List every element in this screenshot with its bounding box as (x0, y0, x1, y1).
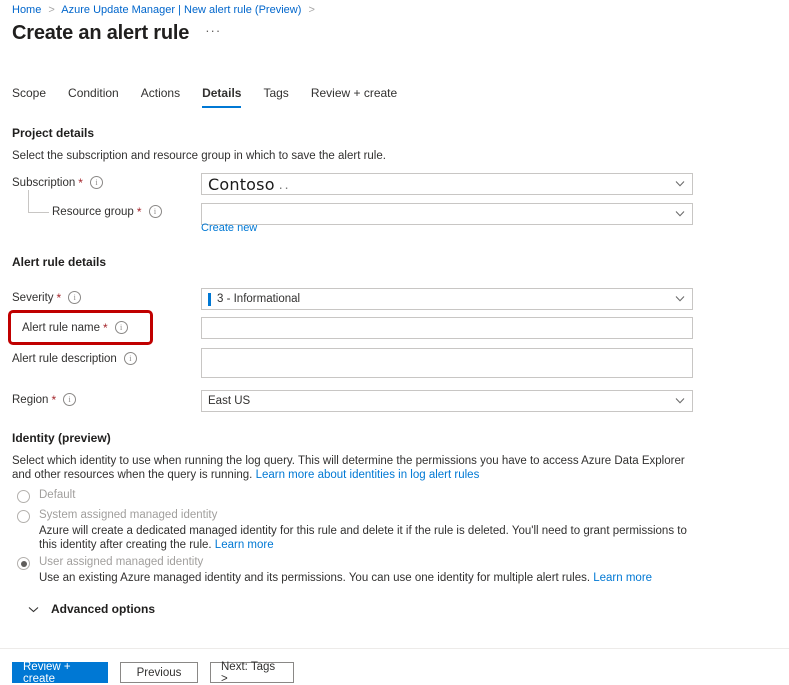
resource-group-label-text: Resource group (52, 205, 134, 218)
alert-rule-details-heading: Alert rule details (12, 255, 107, 269)
radio-system-assigned-icon[interactable] (17, 510, 30, 523)
region-dropdown[interactable]: East US (201, 390, 693, 412)
identity-option-user-assigned-label: User assigned managed identity (39, 556, 204, 568)
severity-info-icon[interactable]: i (68, 291, 82, 304)
wizard-tabs: Scope Condition Actions Details Tags Rev… (12, 84, 419, 108)
region-label: Region * i (12, 392, 77, 407)
tab-details[interactable]: Details (202, 86, 242, 108)
tab-condition[interactable]: Condition (68, 86, 119, 108)
chevron-down-icon (675, 181, 685, 188)
alert-rule-name-label-text: Alert rule name (22, 321, 100, 334)
chevron-down-icon (28, 606, 39, 613)
identity-user-assigned-learn-more-link[interactable]: Learn more (593, 572, 652, 584)
page-title: Create an alert rule (12, 22, 190, 44)
identity-option-default[interactable]: Default (17, 489, 75, 503)
page-title-row: Create an alert rule ··· (12, 22, 221, 45)
alert-rule-description-label: Alert rule description i (12, 352, 137, 365)
breadcrumb: Home > Azure Update Manager | New alert … (12, 4, 319, 16)
region-value: East US (208, 395, 251, 407)
identity-option-system-assigned-description-text: Azure will create a dedicated managed id… (39, 525, 687, 551)
alert-rule-description-label-text: Alert rule description (12, 352, 117, 365)
advanced-options-label: Advanced options (51, 602, 156, 616)
resource-group-info-icon[interactable]: i (148, 205, 162, 218)
footer-actions: Review + create Previous Next: Tags > (12, 661, 294, 685)
radio-default-icon[interactable] (17, 490, 30, 503)
breadcrumb-separator-icon-2: > (308, 4, 315, 16)
severity-label: Severity * i (12, 290, 82, 305)
subscription-dropdown[interactable]: Contoso .. (201, 173, 693, 195)
alert-rule-name-input[interactable] (201, 317, 693, 339)
alert-rule-name-required-marker: * (102, 320, 108, 335)
identity-option-system-assigned-description: Azure will create a dedicated managed id… (39, 524, 694, 552)
subscription-resourcegroup-connector (28, 190, 49, 213)
project-details-description: Select the subscription and resource gro… (12, 150, 386, 162)
breadcrumb-separator-icon: > (48, 4, 55, 16)
identity-description: Select which identity to use when runnin… (12, 454, 702, 482)
resource-group-dropdown[interactable] (201, 203, 693, 225)
alert-rule-name-info-icon[interactable]: i (114, 321, 128, 334)
identity-heading: Identity (preview) (12, 431, 111, 445)
resource-group-required-marker: * (136, 204, 142, 219)
subscription-info-icon[interactable]: i (89, 176, 103, 189)
subscription-value-suffix: .. (278, 176, 291, 192)
resource-group-label: Resource group * i (52, 205, 162, 218)
identity-option-system-assigned[interactable]: System assigned managed identity (17, 509, 217, 523)
radio-user-assigned-icon[interactable] (17, 557, 30, 570)
tab-review-create[interactable]: Review + create (311, 86, 397, 108)
subscription-label-text: Subscription (12, 176, 76, 189)
alert-rule-description-textarea[interactable] (201, 348, 693, 378)
identity-option-user-assigned[interactable]: User assigned managed identity (17, 556, 203, 570)
tab-actions[interactable]: Actions (141, 86, 180, 108)
identity-learn-more-link[interactable]: Learn more about identities in log alert… (256, 469, 480, 481)
region-required-marker: * (51, 392, 57, 407)
identity-option-user-assigned-description: Use an existing Azure managed identity a… (39, 571, 694, 585)
chevron-down-icon (675, 211, 685, 218)
identity-option-default-label: Default (39, 489, 76, 501)
previous-button[interactable]: Previous (120, 662, 198, 683)
identity-system-assigned-learn-more-link[interactable]: Learn more (215, 539, 274, 551)
footer-divider (0, 648, 789, 649)
identity-description-line2-prefix: the query is running. (148, 469, 256, 481)
tab-scope[interactable]: Scope (12, 86, 46, 108)
severity-label-text: Severity (12, 291, 54, 304)
subscription-value: Contoso (208, 174, 275, 194)
chevron-down-icon (675, 398, 685, 405)
review-create-button[interactable]: Review + create (12, 661, 108, 685)
tab-tags[interactable]: Tags (263, 86, 288, 108)
region-info-icon[interactable]: i (63, 393, 77, 406)
identity-option-system-assigned-label: System assigned managed identity (39, 509, 218, 521)
severity-required-marker: * (56, 290, 62, 305)
alert-rule-name-label: Alert rule name * i (22, 321, 128, 334)
project-details-heading: Project details (12, 126, 95, 140)
severity-value: 3 - Informational (217, 293, 301, 305)
breadcrumb-item-azure-update-manager[interactable]: Azure Update Manager | New alert rule (P… (61, 4, 301, 16)
advanced-options-expander[interactable]: Advanced options (28, 602, 155, 616)
chevron-down-icon (675, 296, 685, 303)
alert-rule-description-info-icon[interactable]: i (123, 352, 137, 365)
severity-color-indicator (208, 292, 211, 306)
create-new-resource-group-link[interactable]: Create new (201, 222, 257, 234)
subscription-label: Subscription * i (12, 176, 103, 189)
identity-option-user-assigned-description-text: Use an existing Azure managed identity a… (39, 572, 594, 584)
more-options-icon[interactable]: ··· (205, 24, 221, 42)
region-label-text: Region (12, 393, 49, 406)
next-tags-button[interactable]: Next: Tags > (210, 661, 294, 685)
subscription-required-marker: * (78, 175, 83, 190)
severity-dropdown[interactable]: 3 - Informational (201, 288, 693, 310)
breadcrumb-item-home[interactable]: Home (12, 4, 41, 16)
